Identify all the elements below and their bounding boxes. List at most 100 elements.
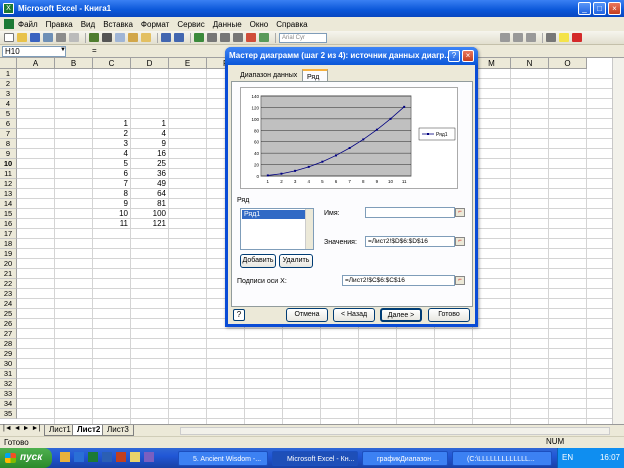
- word-icon[interactable]: [102, 452, 112, 462]
- row-header[interactable]: 13: [0, 189, 17, 199]
- column-header[interactable]: E: [169, 58, 207, 69]
- row-header[interactable]: 14: [0, 199, 17, 209]
- folder-icon[interactable]: [60, 452, 70, 462]
- borders-icon[interactable]: [546, 33, 556, 42]
- task-explorer[interactable]: (C:\LLLLLLLLLLLLL...: [452, 451, 552, 466]
- row-header[interactable]: 15: [0, 209, 17, 219]
- cell-d14[interactable]: 81: [131, 199, 166, 209]
- row-header[interactable]: 7: [0, 129, 17, 139]
- menu-help[interactable]: Справка: [276, 20, 307, 29]
- format-painter-icon[interactable]: [141, 33, 151, 42]
- row-header[interactable]: 3: [0, 89, 17, 99]
- row-header[interactable]: 23: [0, 289, 17, 299]
- row-header[interactable]: 30: [0, 359, 17, 369]
- row-header[interactable]: 17: [0, 229, 17, 239]
- cell-d16[interactable]: 121: [131, 219, 166, 229]
- cell-d7[interactable]: 4: [131, 129, 166, 139]
- row-header[interactable]: 16: [0, 219, 17, 229]
- series-list-scrollbar[interactable]: [305, 209, 313, 249]
- cell-d15[interactable]: 100: [131, 209, 166, 219]
- align-left-icon[interactable]: [500, 33, 510, 42]
- dialog-close-button[interactable]: ×: [462, 50, 474, 62]
- row-header[interactable]: 27: [0, 329, 17, 339]
- row-header[interactable]: 9: [0, 149, 17, 159]
- name-input[interactable]: [365, 207, 455, 218]
- row-header[interactable]: 25: [0, 309, 17, 319]
- column-header[interactable]: C: [93, 58, 131, 69]
- menu-file[interactable]: Файл: [18, 20, 38, 29]
- column-header[interactable]: B: [55, 58, 93, 69]
- app-icon[interactable]: [144, 452, 154, 462]
- dialog-help-icon[interactable]: ?: [448, 50, 460, 62]
- finish-button[interactable]: Готово: [428, 308, 470, 322]
- copy-icon[interactable]: [115, 33, 125, 42]
- help-icon[interactable]: ?: [233, 309, 245, 321]
- cell-c6[interactable]: 1: [93, 119, 128, 129]
- values-input[interactable]: =Лист2!$D$6:$D$16: [365, 236, 455, 247]
- menu-tools[interactable]: Сервис: [177, 20, 204, 29]
- series-list-item[interactable]: Ряд1: [242, 210, 312, 219]
- paste-icon[interactable]: [128, 33, 138, 42]
- row-header[interactable]: 34: [0, 399, 17, 409]
- column-header[interactable]: N: [511, 58, 549, 69]
- media-icon[interactable]: [116, 452, 126, 462]
- column-header[interactable]: A: [17, 58, 55, 69]
- row-header[interactable]: 18: [0, 239, 17, 249]
- row-header[interactable]: 35: [0, 409, 17, 419]
- cell-c9[interactable]: 4: [93, 149, 128, 159]
- cell-d9[interactable]: 16: [131, 149, 166, 159]
- row-header[interactable]: 33: [0, 389, 17, 399]
- range-select-icon[interactable]: ⌐: [455, 276, 465, 285]
- next-button[interactable]: Далее >: [380, 308, 422, 322]
- cell-c11[interactable]: 6: [93, 169, 128, 179]
- horizontal-scrollbar[interactable]: [180, 427, 610, 435]
- cell-c15[interactable]: 10: [93, 209, 128, 219]
- ie-icon[interactable]: [74, 452, 84, 462]
- window-title-bar[interactable]: Microsoft Excel - Книга1: [0, 0, 624, 17]
- font-color-icon[interactable]: [572, 33, 582, 42]
- cell-d8[interactable]: 9: [131, 139, 166, 149]
- cell-d10[interactable]: 25: [131, 159, 166, 169]
- column-header[interactable]: M: [473, 58, 511, 69]
- row-header[interactable]: 12: [0, 179, 17, 189]
- range-select-icon[interactable]: ⌐: [455, 237, 465, 246]
- hyperlink-icon[interactable]: [194, 33, 204, 42]
- cell-d11[interactable]: 36: [131, 169, 166, 179]
- column-header[interactable]: O: [549, 58, 587, 69]
- row-header[interactable]: 19: [0, 249, 17, 259]
- cell-d12[interactable]: 49: [131, 179, 166, 189]
- undo-icon[interactable]: [161, 33, 171, 42]
- menu-view[interactable]: Вид: [81, 20, 95, 29]
- maximize-button[interactable]: □: [593, 2, 606, 15]
- row-header[interactable]: 11: [0, 169, 17, 179]
- open-icon[interactable]: [17, 33, 27, 42]
- align-center-icon[interactable]: [513, 33, 523, 42]
- spelling-icon[interactable]: [89, 33, 99, 42]
- row-header[interactable]: 1: [0, 69, 17, 79]
- language-indicator[interactable]: EN: [562, 448, 573, 468]
- series-list[interactable]: Ряд1: [240, 208, 314, 250]
- row-header[interactable]: 2: [0, 79, 17, 89]
- row-header[interactable]: 20: [0, 259, 17, 269]
- menu-insert[interactable]: Вставка: [103, 20, 133, 29]
- back-button[interactable]: < Назад: [333, 308, 375, 322]
- menu-format[interactable]: Формат: [141, 20, 169, 29]
- search-icon[interactable]: [130, 452, 140, 462]
- cell-c8[interactable]: 3: [93, 139, 128, 149]
- row-header[interactable]: 4: [0, 99, 17, 109]
- chart-wizard-icon[interactable]: [246, 33, 256, 42]
- xlabels-input[interactable]: =Лист2!$C$6:$C$16: [342, 275, 455, 286]
- preview-icon[interactable]: [69, 33, 79, 42]
- task-excel[interactable]: Microsoft Excel - Кн...: [272, 451, 358, 466]
- cell-c7[interactable]: 2: [93, 129, 128, 139]
- cut-icon[interactable]: [102, 33, 112, 42]
- remove-series-button[interactable]: Удалить: [279, 254, 313, 268]
- task-graph[interactable]: графикДиапазон ...: [362, 451, 448, 466]
- menu-window[interactable]: Окно: [250, 20, 269, 29]
- print-icon[interactable]: [56, 33, 66, 42]
- permission-icon[interactable]: [43, 33, 53, 42]
- tab-nav-arrows[interactable]: |◄ ◄ ► ►|: [3, 425, 40, 432]
- sheet-tab-3[interactable]: Лист3: [102, 425, 134, 436]
- excel-icon[interactable]: X: [3, 3, 14, 14]
- row-header[interactable]: 6: [0, 119, 17, 129]
